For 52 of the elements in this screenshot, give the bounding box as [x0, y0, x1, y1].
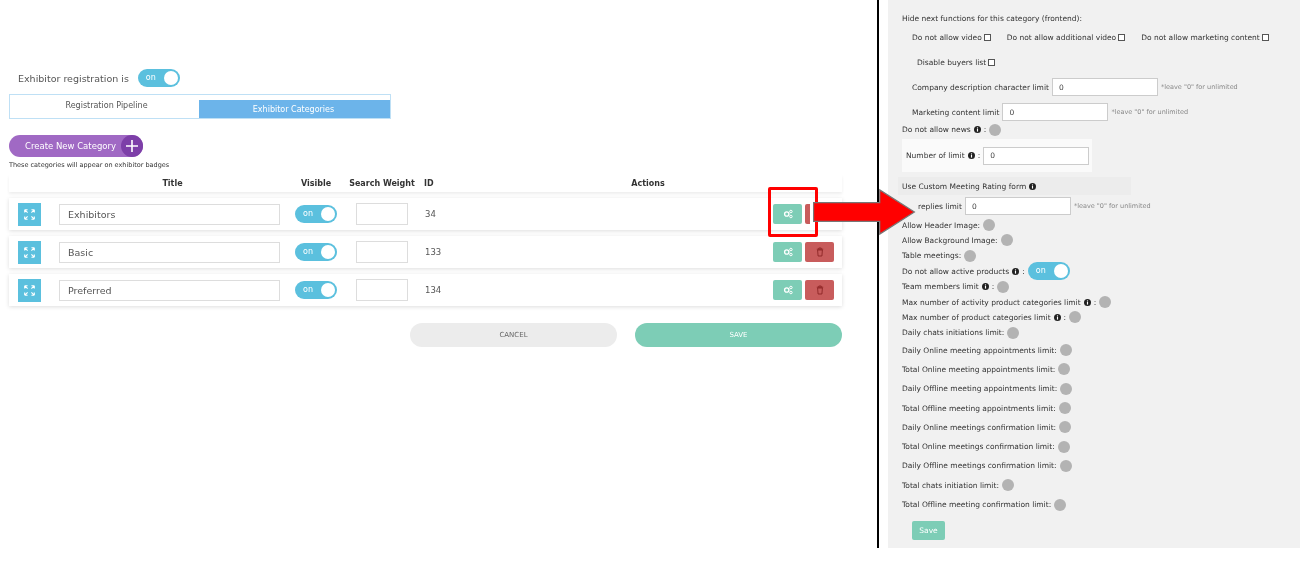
toggle-switch[interactable]: [1059, 344, 1072, 357]
toggle-switch[interactable]: [964, 249, 977, 262]
toggle-switch[interactable]: [997, 280, 1010, 293]
search-weight-field[interactable]: [356, 241, 408, 263]
toggle-switch[interactable]: [989, 123, 1002, 136]
toggle-switch[interactable]: [1057, 440, 1070, 453]
toggle-switch[interactable]: [1058, 402, 1071, 415]
checkbox[interactable]: [1261, 34, 1269, 41]
delete-button[interactable]: [805, 204, 810, 224]
checkbox[interactable]: [988, 59, 996, 66]
toggle-switch[interactable]: [1001, 479, 1014, 492]
id-cell: 134: [425, 285, 442, 295]
gears-icon: [782, 247, 793, 257]
toggle-switch[interactable]: [1059, 459, 1072, 472]
toggle-switch[interactable]: [1060, 382, 1073, 395]
trash-icon: [815, 247, 824, 257]
settings-button[interactable]: [773, 280, 802, 300]
expand-icon[interactable]: [18, 202, 41, 226]
column-header: Title: [161, 179, 184, 188]
delete-button[interactable]: [805, 242, 834, 262]
title-field[interactable]: Basic: [59, 241, 280, 263]
plus-icon: [126, 140, 138, 152]
toggle-switch[interactable]: [1007, 326, 1020, 339]
column-header: Search Weight: [348, 179, 416, 188]
gears-icon: [782, 209, 793, 219]
create-category-button[interactable]: Create New Category: [9, 135, 143, 157]
toggle-switch[interactable]: [1054, 498, 1067, 511]
settings-button[interactable]: [773, 204, 802, 224]
checkbox[interactable]: [983, 34, 991, 41]
id-cell: 34: [425, 209, 436, 219]
search-weight-field[interactable]: [356, 279, 408, 301]
toggle-switch[interactable]: [1069, 311, 1082, 324]
title-field[interactable]: Exhibitors: [59, 203, 280, 225]
toggle-switch[interactable]: [1059, 421, 1072, 434]
column-header: ID: [423, 179, 435, 188]
toggle-switch[interactable]: [1099, 296, 1112, 309]
column-header: Visible: [299, 179, 333, 188]
column-header: Actions: [630, 179, 666, 188]
delete-button[interactable]: [805, 280, 834, 300]
settings-button[interactable]: [773, 242, 802, 262]
gears-icon: [782, 285, 793, 295]
expand-icon[interactable]: [18, 240, 41, 264]
id-cell: 133: [425, 247, 442, 257]
title-field[interactable]: Preferred: [59, 279, 280, 301]
expand-icon[interactable]: [18, 278, 41, 302]
toggle-switch[interactable]: [1000, 234, 1013, 247]
toggle-switch[interactable]: [1058, 363, 1071, 376]
toggle-switch[interactable]: [983, 219, 996, 232]
registration-label: Exhibitor registration is: [18, 72, 129, 84]
search-weight-field[interactable]: [356, 203, 408, 225]
checkbox[interactable]: [1118, 34, 1126, 41]
trash-icon: [815, 285, 824, 295]
